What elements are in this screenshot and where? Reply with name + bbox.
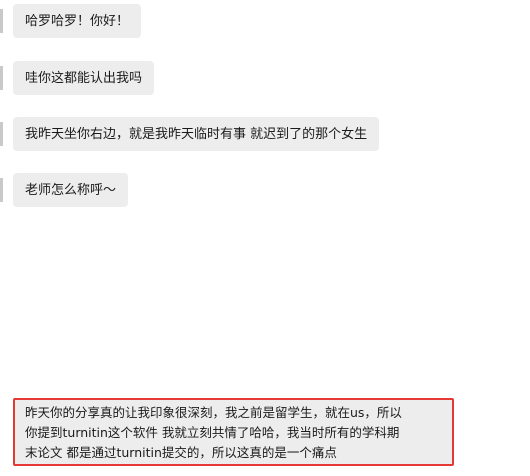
message-line: 末论文 都是通过turnitin提交的，所以这真的是一个痛点	[25, 445, 337, 460]
message-text: 哈罗哈罗！你好！	[25, 14, 130, 29]
chat-message-list: 哈罗哈罗！你好！ 哇你这都能认出我吗 我昨天坐你右边，就是我昨天临时有事 就迟到…	[0, 0, 530, 476]
chat-message-bubble[interactable]: 我昨天坐你右边，就是我昨天临时有事 就迟到了的那个女生	[13, 117, 380, 151]
message-line: 昨天你的分享真的让我印象很深刻，我之前是留学生，就在us，所以	[25, 405, 402, 420]
message-text: 哇你这都能认出我吗	[25, 71, 143, 86]
avatar[interactable]	[0, 9, 3, 33]
avatar[interactable]	[0, 66, 3, 90]
avatar[interactable]	[0, 122, 3, 146]
message-text: 老师怎么称呼～	[25, 183, 117, 198]
highlighted-message-bubble[interactable]: 昨天你的分享真的让我印象很深刻，我之前是留学生，就在us，所以 你提到turni…	[13, 398, 454, 466]
avatar[interactable]	[0, 178, 3, 202]
chat-message-bubble[interactable]: 老师怎么称呼～	[13, 173, 129, 207]
message-line: 你提到turnitin这个软件 我就立刻共情了哈哈，我当时所有的学科期	[25, 425, 400, 440]
chat-message-bubble[interactable]: 哈罗哈罗！你好！	[13, 4, 142, 38]
message-text: 我昨天坐你右边，就是我昨天临时有事 就迟到了的那个女生	[25, 127, 368, 142]
chat-message-bubble[interactable]: 哇你这都能认出我吗	[13, 61, 155, 95]
